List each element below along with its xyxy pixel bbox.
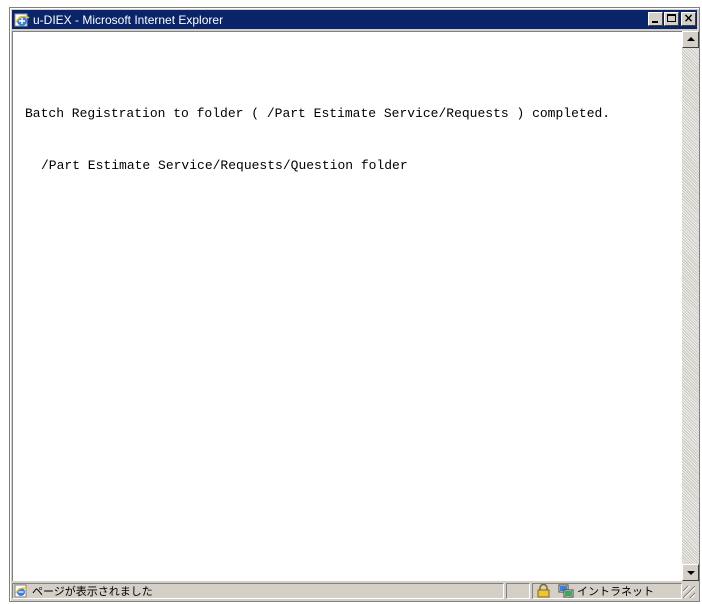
maximize-icon — [667, 14, 676, 22]
scroll-up-button[interactable] — [682, 31, 699, 48]
zone-text: イントラネット — [577, 585, 654, 598]
ie-page-icon — [14, 584, 28, 598]
arrow-down-icon — [687, 571, 695, 575]
browser-window: u-DIEX - Microsoft Internet Explorer × B… — [9, 7, 700, 602]
registered-folder-path: /Part Estimate Service/Requests/Question… — [41, 158, 408, 173]
maximize-button[interactable] — [664, 12, 679, 26]
window-controls: × — [647, 11, 696, 26]
status-main-pane: ページが表示されました — [12, 583, 504, 599]
arrow-up-icon — [687, 37, 695, 41]
window-title: u-DIEX - Microsoft Internet Explorer — [33, 12, 224, 27]
title-bar[interactable]: u-DIEX - Microsoft Internet Explorer × — [12, 10, 697, 29]
status-bar: ページが表示されました イントラネット — [12, 582, 697, 600]
close-button[interactable]: × — [681, 11, 696, 26]
minimize-icon — [652, 21, 658, 23]
page-content: Batch Registration to folder ( /Part Est… — [12, 31, 682, 581]
scroll-down-button[interactable] — [682, 564, 699, 581]
resize-grip[interactable] — [683, 586, 695, 598]
lock-icon — [537, 584, 550, 598]
completion-message: Batch Registration to folder ( /Part Est… — [25, 106, 611, 121]
vertical-scrollbar[interactable] — [682, 31, 699, 581]
security-zone-pane[interactable]: イントラネット — [532, 583, 682, 599]
ie-app-icon — [14, 13, 30, 26]
status-progress-pane — [506, 583, 530, 599]
status-text: ページが表示されました — [32, 585, 153, 598]
close-icon: × — [683, 11, 694, 25]
intranet-zone-icon — [558, 584, 574, 598]
minimize-button[interactable] — [648, 12, 663, 26]
